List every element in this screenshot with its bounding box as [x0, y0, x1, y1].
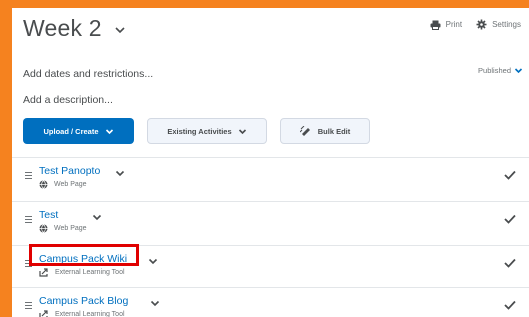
upload-create-label: Upload / Create [43, 126, 99, 136]
chevron-down-icon [238, 128, 246, 134]
chevron-down-icon [105, 128, 113, 134]
item-type: External Learning Tool [39, 310, 125, 317]
check-icon [504, 258, 516, 268]
chevron-down-icon[interactable] [150, 300, 160, 307]
external-tool-icon [39, 310, 48, 317]
settings-button[interactable]: Settings [476, 19, 521, 30]
top-actions: Print Settings [416, 19, 521, 30]
chevron-down-icon[interactable] [115, 170, 125, 177]
chevron-down-icon[interactable] [148, 258, 158, 265]
page-title: Week 2 [23, 15, 102, 41]
printer-icon [430, 20, 441, 30]
bulk-edit-button[interactable]: Bulk Edit [280, 118, 370, 144]
upload-create-button[interactable]: Upload / Create [23, 118, 134, 144]
divider [12, 287, 529, 288]
add-description-link[interactable]: Add a description... [23, 94, 113, 106]
divider [12, 157, 529, 158]
item-type-label: External Learning Tool [55, 269, 125, 276]
print-label: Print [445, 20, 463, 29]
drag-handle-icon[interactable] [25, 216, 32, 225]
external-tool-icon [39, 268, 48, 277]
content-panel: Week 2 Print Settings Add dates and rest… [12, 8, 529, 317]
list-item: Test Panopto Web Page [12, 160, 529, 200]
list-item: Campus Pack Blog External Learning Tool [12, 290, 529, 317]
published-label: Published [478, 66, 511, 75]
add-dates-link[interactable]: Add dates and restrictions... [23, 68, 153, 80]
item-title-link[interactable]: Test [39, 209, 58, 221]
chevron-down-icon[interactable] [92, 214, 102, 221]
item-type-label: Web Page [54, 181, 87, 188]
print-button[interactable]: Print [430, 20, 462, 30]
title-chevron-down-icon[interactable] [113, 25, 127, 35]
item-type: External Learning Tool [39, 268, 125, 277]
highlight-box [29, 244, 139, 266]
item-title-link[interactable]: Campus Pack Blog [39, 295, 128, 307]
chevron-down-icon [514, 68, 523, 74]
drag-handle-icon[interactable] [25, 302, 32, 311]
item-type-label: Web Page [54, 225, 87, 232]
settings-label: Settings [492, 20, 521, 29]
check-icon [504, 214, 516, 224]
published-dropdown[interactable]: Published [478, 66, 523, 75]
drag-handle-icon[interactable] [25, 172, 32, 181]
check-icon [504, 170, 516, 180]
item-type: Web Page [39, 224, 87, 233]
bulk-edit-label: Bulk Edit [317, 126, 351, 136]
existing-activities-label: Existing Activities [167, 126, 232, 136]
divider [12, 201, 529, 202]
gear-icon [476, 19, 487, 30]
pencil-icon [299, 126, 310, 136]
globe-icon [39, 224, 48, 233]
list-item: Test Web Page [12, 204, 529, 244]
item-title-link[interactable]: Test Panopto [39, 165, 100, 177]
item-type-label: External Learning Tool [55, 311, 125, 317]
globe-icon [39, 180, 48, 189]
check-icon [504, 300, 516, 310]
existing-activities-button[interactable]: Existing Activities [147, 118, 267, 144]
item-type: Web Page [39, 180, 87, 189]
